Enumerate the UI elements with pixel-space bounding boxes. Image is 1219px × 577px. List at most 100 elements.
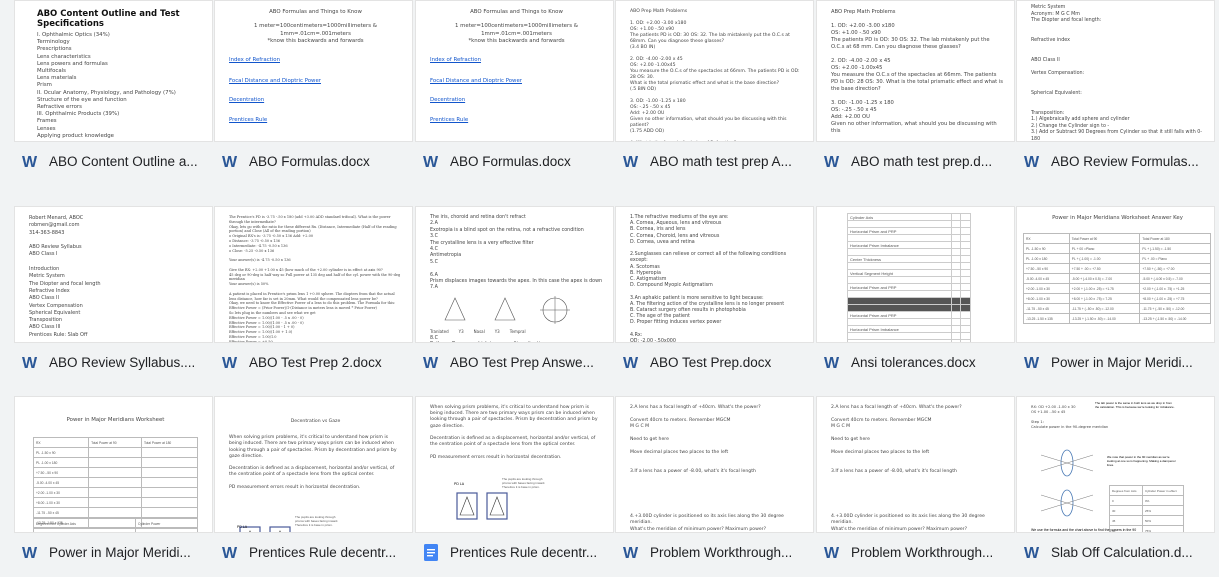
table-cell bbox=[960, 304, 971, 312]
file-thumbnail[interactable]: The Prentice's PD is -3.75 -.50 x 180 (a… bbox=[214, 206, 413, 343]
file-tile[interactable]: Power in Major Meridians Worksheet RX Tota… bbox=[14, 396, 213, 576]
file-name[interactable]: Power in Major Meridi... bbox=[1051, 355, 1193, 370]
file-name[interactable]: ABO Test Prep 2.docx bbox=[249, 355, 382, 370]
file-tile[interactable]: Robert Menard, ABOC robmen@gmail.com 314… bbox=[14, 206, 213, 386]
doc-link[interactable]: Index of Refraction bbox=[430, 57, 603, 64]
file-name[interactable]: ABO math test prep A... bbox=[650, 154, 792, 169]
column-header: RX bbox=[1023, 233, 1070, 244]
file-name[interactable]: ABO Formulas.docx bbox=[450, 154, 571, 169]
file-name[interactable]: ABO Test Prep.docx bbox=[650, 355, 771, 370]
file-tile[interactable]: The iris, choroid and retina don't refra… bbox=[415, 206, 614, 386]
preview-body: Metric System Acronym: M G C Mm The Diop… bbox=[1031, 5, 1203, 142]
doc-link[interactable]: Prentices Rule bbox=[430, 117, 603, 124]
doc-link[interactable]: Decentration bbox=[229, 97, 402, 104]
file-label[interactable]: W ABO math test prep A... bbox=[615, 142, 814, 180]
file-thumbnail[interactable]: 2.A lens has a focal length of +40cm. Wh… bbox=[816, 396, 1015, 533]
table-cell bbox=[960, 255, 971, 263]
file-tile[interactable]: The Prentice's PD is -3.75 -.50 x 180 (a… bbox=[214, 206, 413, 386]
file-name[interactable]: ABO Formulas.docx bbox=[249, 154, 370, 169]
doc-link[interactable]: Decentration bbox=[430, 97, 603, 104]
table-cell: +2.00 + (-1.00 x .25) = +1.75 bbox=[1068, 283, 1141, 294]
file-tile[interactable]: ABO Formulas and Things to Know 1 meter=… bbox=[415, 0, 614, 180]
file-tile[interactable]: ABO Prep Math Problems 1. OD: +2.00 -3.0… bbox=[816, 0, 1015, 180]
file-thumbnail[interactable]: Decentration vs Gaze When solving prism p… bbox=[214, 396, 413, 533]
file-name[interactable]: Prentices Rule decentr... bbox=[450, 545, 597, 560]
file-label[interactable]: W ABO Review Syllabus.... bbox=[14, 343, 213, 381]
file-tile[interactable]: ABO Formulas and Things to Know 1 meter=… bbox=[214, 0, 413, 180]
file-name[interactable]: Problem Workthrough... bbox=[650, 545, 792, 560]
diagram-label: Tempral bbox=[509, 329, 526, 335]
doc-link[interactable]: Prentices Rule bbox=[229, 117, 402, 124]
table-cell: -11.75 + (-.50 x .50) = -12.00 bbox=[1068, 303, 1141, 314]
file-thumbnail[interactable]: 2.A lens has a focal length of +40cm. Wh… bbox=[615, 396, 814, 533]
file-name[interactable]: ABO Content Outline a... bbox=[49, 154, 198, 169]
file-name[interactable]: Ansi tolerances.docx bbox=[851, 355, 976, 370]
file-name[interactable]: ABO Test Prep Answe... bbox=[450, 355, 594, 370]
file-name[interactable]: Slab Off Calculation.d... bbox=[1051, 545, 1193, 560]
file-thumbnail[interactable]: Power in Major Meridians Worksheet RX Tota… bbox=[14, 396, 213, 533]
file-label[interactable]: W ABO Test Prep 2.docx bbox=[214, 343, 413, 381]
file-label[interactable]: W Slab Off Calculation.d... bbox=[1016, 533, 1215, 571]
file-label[interactable]: W ABO math test prep.d... bbox=[816, 142, 1015, 180]
file-label[interactable]: W ABO Formulas.docx bbox=[415, 142, 614, 180]
file-tile[interactable]: Metric System Acronym: M G C Mm The Diop… bbox=[1016, 0, 1215, 180]
file-thumbnail[interactable]: Metric System Acronym: M G C Mm The Diop… bbox=[1016, 0, 1215, 142]
file-thumbnail[interactable]: ABO Prep Math Problems 1. OD: +2.00 -3.0… bbox=[615, 0, 814, 142]
file-label[interactable]: W Problem Workthrough... bbox=[816, 533, 1015, 571]
file-label[interactable]: W Ansi tolerances.docx bbox=[816, 343, 1015, 381]
diagram-label: Nasal bbox=[473, 329, 485, 335]
file-thumbnail[interactable]: ABO Prep Math Problems 1. OD: +2.00 -3.0… bbox=[816, 0, 1015, 142]
file-label[interactable]: W Power in Major Meridi... bbox=[14, 533, 213, 571]
preview-text: Decentration vs Gaze When solving prism p… bbox=[229, 419, 402, 491]
file-name[interactable]: ABO Review Formulas... bbox=[1051, 154, 1199, 169]
file-label[interactable]: W ABO Test Prep.docx bbox=[615, 343, 814, 381]
file-tile[interactable]: Power in Major Meridians Worksheet Answe… bbox=[1016, 206, 1215, 386]
file-tile[interactable]: RX: OD +2.00 -1.00 x 30 OS +1.00 -.50 x … bbox=[1016, 396, 1215, 576]
doc-link[interactable]: Index of Refraction bbox=[229, 57, 402, 64]
file-tile[interactable]: ABO Prep Math Problems 1. OD: +2.00 -3.0… bbox=[615, 0, 814, 180]
file-tile[interactable]: 1.The refractive mediums of the eye are:… bbox=[615, 206, 814, 386]
file-thumbnail[interactable]: ABO Formulas and Things to Know 1 meter=… bbox=[415, 0, 614, 142]
table-cell bbox=[960, 262, 971, 270]
file-thumbnail[interactable]: Power in Major Meridians Worksheet Answe… bbox=[1016, 206, 1215, 343]
svg-text:W: W bbox=[222, 154, 238, 169]
file-thumbnail[interactable]: Cylinder Axis Horizontal Prism and PRP Hor… bbox=[816, 206, 1015, 343]
doc-link[interactable]: Focal Distance and Dioptric Power bbox=[430, 78, 603, 85]
doc-link[interactable]: Focal Distance and Dioptric Power bbox=[229, 78, 402, 85]
file-label[interactable]: W ABO Formulas.docx bbox=[214, 142, 413, 180]
file-thumbnail[interactable]: ABO Content Outline and Test Specificati… bbox=[14, 0, 213, 142]
file-label[interactable]: Prentices Rule decentr... bbox=[415, 533, 614, 571]
file-label[interactable]: W ABO Review Formulas... bbox=[1016, 142, 1215, 180]
file-label[interactable]: W Problem Workthrough... bbox=[615, 533, 814, 571]
svg-text:W: W bbox=[1024, 154, 1040, 169]
table-cell bbox=[960, 325, 971, 333]
file-tile[interactable]: When solving prism problems, it's critic… bbox=[415, 396, 614, 576]
file-label[interactable]: W Prentices Rule decentr... bbox=[214, 533, 413, 571]
file-name[interactable]: ABO math test prep.d... bbox=[851, 154, 992, 169]
file-label[interactable]: W ABO Content Outline a... bbox=[14, 142, 213, 180]
file-name[interactable]: Problem Workthrough... bbox=[851, 545, 993, 560]
svg-text:W: W bbox=[824, 545, 840, 560]
file-thumbnail[interactable]: When solving prism problems, it's critic… bbox=[415, 396, 614, 533]
file-name[interactable]: ABO Review Syllabus.... bbox=[49, 355, 195, 370]
file-tile[interactable]: Decentration vs Gaze When solving prism p… bbox=[214, 396, 413, 576]
file-tile[interactable]: Cylinder Axis Horizontal Prism and PRP Hor… bbox=[816, 206, 1015, 386]
file-tile[interactable]: ABO Content Outline and Test Specificati… bbox=[14, 0, 213, 180]
file-thumbnail[interactable]: ABO Formulas and Things to Know 1 meter=… bbox=[214, 0, 413, 142]
table-cell bbox=[960, 234, 971, 242]
file-name[interactable]: Power in Major Meridi... bbox=[49, 545, 191, 560]
preview-text: ABO Content Outline and Test Specificati… bbox=[37, 9, 202, 140]
preview-text: The Prentice's PD is -3.75 -.50 x 180 (a… bbox=[229, 215, 402, 342]
table-cell bbox=[847, 318, 952, 326]
file-label[interactable]: W ABO Test Prep Answe... bbox=[415, 343, 614, 381]
file-name[interactable]: Prentices Rule decentr... bbox=[249, 545, 396, 560]
file-thumbnail[interactable]: The iris, choroid and retina don't refra… bbox=[415, 206, 614, 343]
figure-label: PD LA bbox=[237, 525, 248, 529]
file-thumbnail[interactable]: Robert Menard, ABOC robmen@gmail.com 314… bbox=[14, 206, 213, 343]
file-label[interactable]: W Power in Major Meridi... bbox=[1016, 343, 1215, 381]
file-tile[interactable]: 2.A lens has a focal length of +40cm. Wh… bbox=[615, 396, 814, 576]
file-thumbnail[interactable]: RX: OD +2.00 -1.00 x 30 OS +1.00 -.50 x … bbox=[1016, 396, 1215, 533]
file-thumbnail[interactable]: 1.The refractive mediums of the eye are:… bbox=[615, 206, 814, 343]
table-cell: -5.00 + (-4.00 x 0.5) = -7.00 bbox=[1139, 273, 1211, 284]
file-tile[interactable]: 2.A lens has a focal length of +40cm. Wh… bbox=[816, 396, 1015, 576]
